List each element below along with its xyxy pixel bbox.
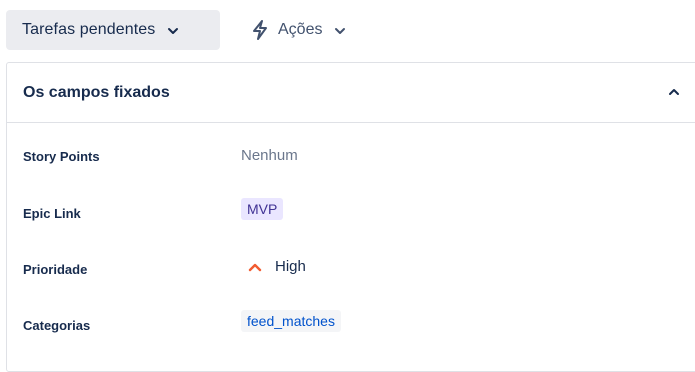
priority-high-icon xyxy=(248,263,262,271)
actions-dropdown-button[interactable]: Ações xyxy=(240,10,356,50)
status-dropdown-button[interactable]: Tarefas pendentes xyxy=(6,10,220,50)
toolbar: Tarefas pendentes Ações xyxy=(0,0,695,62)
field-label-priority: Prioridade xyxy=(23,262,88,277)
field-value-story-points[interactable]: Nenhum xyxy=(241,147,298,164)
category-lozenge[interactable]: feed_matches xyxy=(241,310,341,332)
priority-label: High xyxy=(275,258,306,275)
panel-title: Os campos fixados xyxy=(23,83,170,101)
priority-value[interactable]: High xyxy=(247,258,306,275)
field-label-categories: Categorias xyxy=(23,318,91,333)
field-label-epic-link: Epic Link xyxy=(23,206,81,221)
chevron-up-icon[interactable] xyxy=(667,85,681,99)
status-label: Tarefas pendentes xyxy=(22,21,156,38)
pinned-fields-panel: Os campos fixados Story Points Nenhum Ep… xyxy=(6,62,695,372)
chevron-down-icon xyxy=(167,24,179,36)
lightning-bolt-icon xyxy=(250,19,270,41)
actions-label: Ações xyxy=(278,21,323,38)
field-label-story-points: Story Points xyxy=(23,149,100,164)
pinned-fields-header[interactable]: Os campos fixados xyxy=(7,63,695,123)
epic-link-lozenge[interactable]: MVP xyxy=(241,198,284,220)
chevron-down-icon xyxy=(334,24,346,36)
